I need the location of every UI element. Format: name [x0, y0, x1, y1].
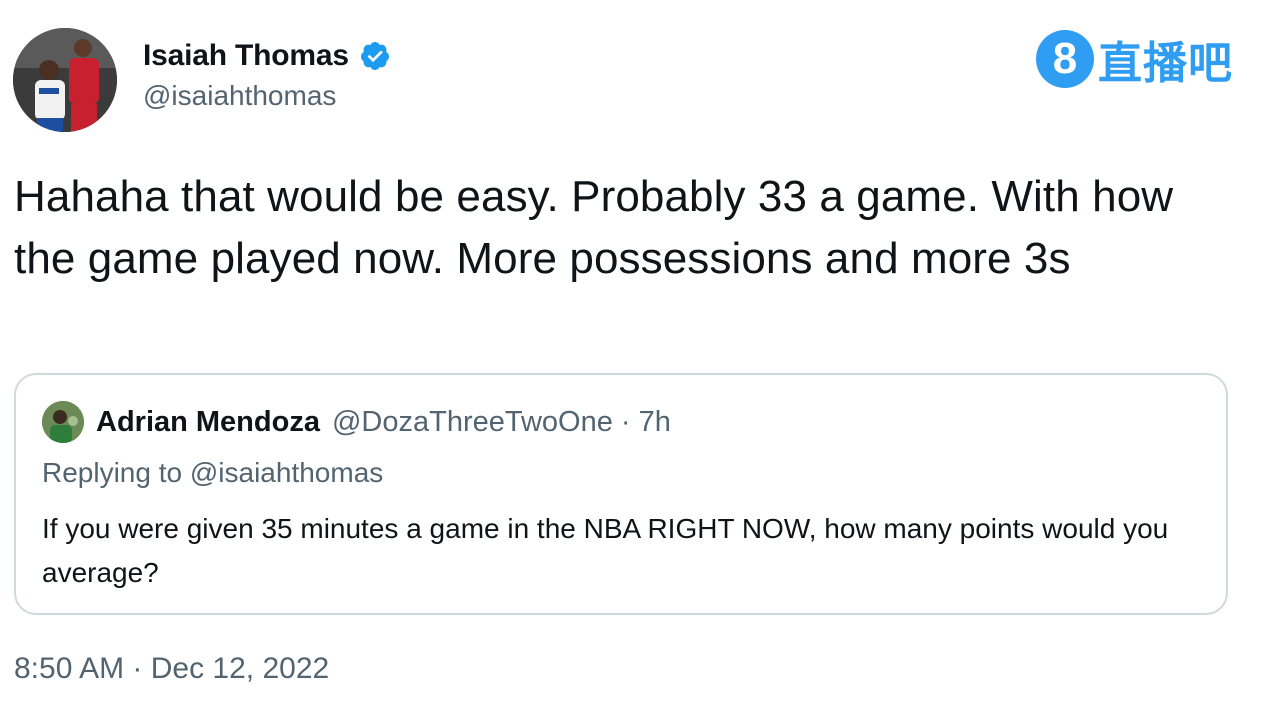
quoted-tweet[interactable]: Adrian Mendoza @DozaThreeTwoOne · 7h Rep… [14, 373, 1228, 615]
author-handle[interactable]: @isaiahthomas [143, 80, 336, 112]
watermark-logo: 8 直播吧 [1036, 30, 1233, 89]
quoted-tweet-header: Adrian Mendoza @DozaThreeTwoOne · 7h [42, 401, 671, 443]
watermark-number: 8 [1036, 30, 1094, 88]
author-display-name[interactable]: Isaiah Thomas [143, 39, 349, 73]
tweet-body-text: Hahaha that would be easy. Probably 33 a… [14, 172, 1174, 283]
tweet-timestamp[interactable]: 8:50 AM · Dec 12, 2022 [14, 652, 329, 686]
author-avatar[interactable] [13, 28, 117, 132]
quoted-author-handle-time[interactable]: @DozaThreeTwoOne · 7h [332, 406, 671, 439]
quoted-author-name[interactable]: Adrian Mendoza [96, 406, 320, 439]
quoted-tweet-text: If you were given 35 minutes a game in t… [42, 513, 1169, 588]
author-avatar-image [13, 28, 117, 132]
watermark-text: 直播吧 [1098, 38, 1233, 89]
quoted-author-avatar [42, 401, 84, 443]
quoted-avatar-image [42, 401, 84, 443]
quoted-replying-to: Replying to @isaiahthomas [42, 457, 384, 488]
author-name-row: Isaiah Thomas [143, 36, 391, 76]
verified-badge-icon [359, 40, 391, 72]
tweet-card: Isaiah Thomas @isaiahthomas 8 直播吧 Hahaha… [0, 0, 1280, 720]
